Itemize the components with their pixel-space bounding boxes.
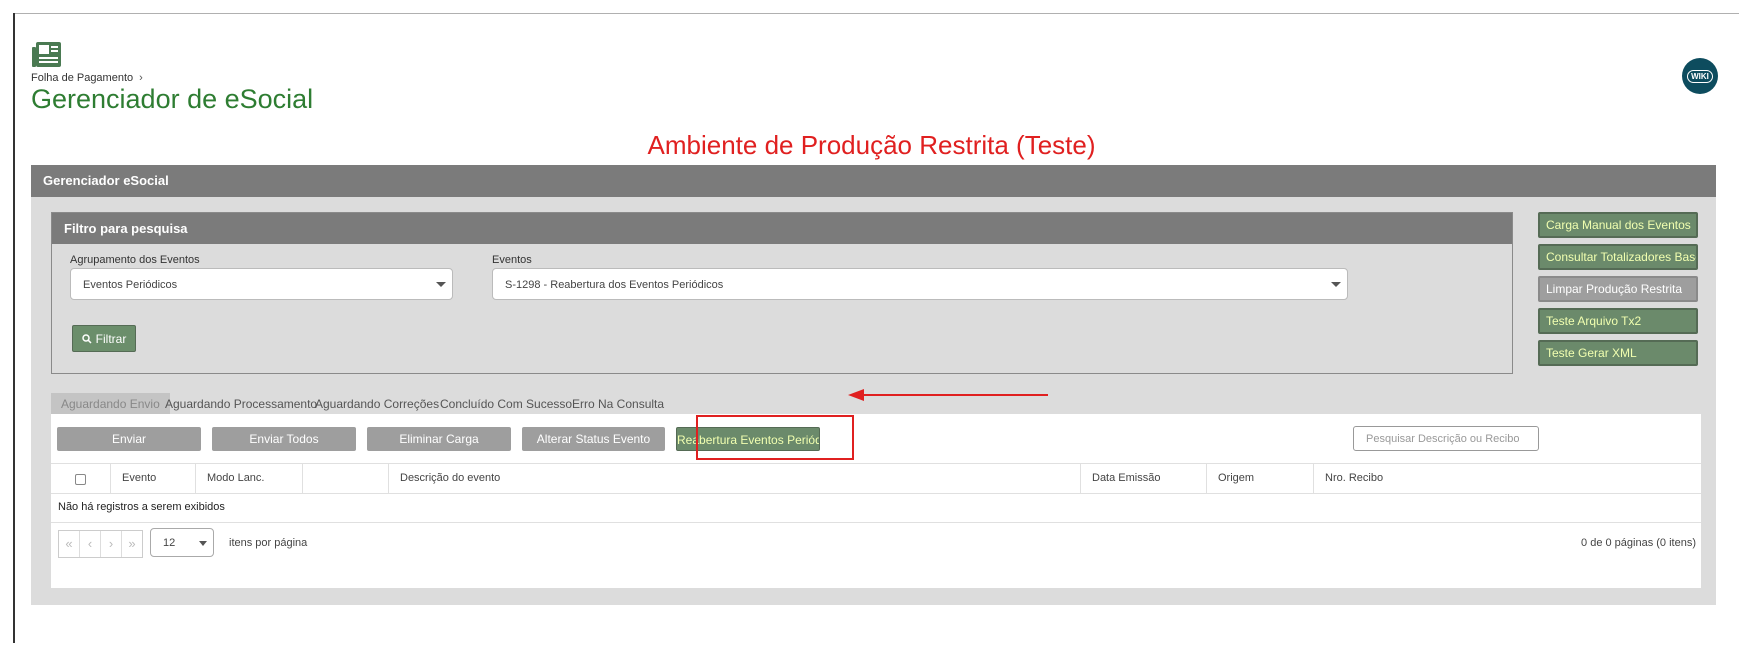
highlight-box	[696, 415, 854, 460]
empty-message: Não há registros a serem exibidos	[58, 501, 225, 513]
col-blank	[302, 464, 388, 493]
panel-title: Gerenciador eSocial	[31, 165, 1716, 197]
clear-restricted-button[interactable]: Limpar Produção Restrita	[1538, 276, 1698, 302]
group-select[interactable]: Eventos Periódicos	[70, 268, 453, 300]
events-label: Eventos	[492, 254, 532, 266]
col-receipt[interactable]: Nro. Recibo	[1313, 464, 1527, 493]
tab-awaiting-corrections[interactable]: Aguardando Correções	[305, 393, 449, 415]
test-tx2-button[interactable]: Teste Arquivo Tx2	[1538, 308, 1698, 334]
tab-success[interactable]: Concluído Com Sucesso	[430, 393, 582, 415]
page-title: Gerenciador de eSocial	[31, 84, 314, 114]
group-label: Agrupamento dos Eventos	[70, 254, 200, 266]
search-icon	[81, 334, 92, 344]
wiki-label: WIKI	[1687, 69, 1713, 83]
test-xml-button[interactable]: Teste Gerar XML	[1538, 340, 1698, 366]
arrow-left-icon	[848, 389, 1048, 401]
group-select-value: Eventos Periódicos	[83, 279, 178, 291]
manual-load-button[interactable]: Carga Manual dos Eventos	[1538, 212, 1698, 238]
col-description[interactable]: Descrição do evento	[388, 464, 1080, 493]
items-per-page-label: itens por página	[229, 537, 308, 549]
col-origin[interactable]: Origem	[1206, 464, 1313, 493]
wiki-button[interactable]: WIKI	[1682, 58, 1718, 94]
chevron-down-icon	[436, 282, 446, 287]
filter-title: Filtro para pesquisa	[52, 213, 1512, 244]
events-select-value: S-1298 - Reabertura dos Eventos Periódic…	[505, 279, 724, 291]
change-status-button[interactable]: Alterar Status Evento	[522, 427, 665, 451]
esocial-panel: Gerenciador eSocial Filtro para pesquisa…	[31, 165, 1716, 605]
tab-awaiting-send[interactable]: Aguardando Envio	[51, 393, 170, 415]
breadcrumb-item[interactable]: Folha de Pagamento	[31, 72, 133, 84]
totalizers-button[interactable]: Consultar Totalizadores Base	[1538, 244, 1698, 270]
col-mode[interactable]: Modo Lanc.	[195, 464, 302, 493]
page-size-select[interactable]: 12	[150, 528, 214, 557]
top-divider	[14, 13, 1739, 14]
send-button[interactable]: Enviar	[57, 427, 201, 451]
pager-nav: « ‹ › »	[58, 530, 143, 558]
chevron-down-icon	[199, 541, 207, 546]
filter-button[interactable]: Filtrar	[72, 325, 136, 352]
breadcrumb-chevron-icon: ›	[139, 72, 143, 84]
select-all-checkbox[interactable]	[75, 474, 86, 485]
col-event[interactable]: Evento	[110, 464, 195, 493]
delete-load-button[interactable]: Eliminar Carga	[367, 427, 511, 451]
page-size-value: 12	[163, 537, 176, 549]
events-select[interactable]: S-1298 - Reabertura dos Eventos Periódic…	[492, 268, 1348, 300]
next-page-icon[interactable]: ›	[101, 531, 122, 557]
chevron-down-icon	[1331, 282, 1341, 287]
tab-query-error[interactable]: Erro Na Consulta	[562, 393, 674, 415]
last-page-icon[interactable]: »	[122, 531, 142, 557]
breadcrumb: Folha de Pagamento ›	[31, 72, 143, 84]
filter-panel: Filtro para pesquisa Agrupamento dos Eve…	[51, 212, 1513, 374]
events-grid: Enviar Enviar Todos Eliminar Carga Alter…	[51, 414, 1701, 588]
prev-page-icon[interactable]: ‹	[80, 531, 101, 557]
pager-info: 0 de 0 páginas (0 itens)	[1581, 537, 1696, 549]
pager: « ‹ › » 12 itens por página 0 de 0 págin…	[51, 522, 1701, 566]
first-page-icon[interactable]: «	[59, 531, 80, 557]
tab-awaiting-processing[interactable]: Aguardando Processamento	[155, 393, 327, 415]
filter-button-label: Filtrar	[95, 332, 127, 346]
send-all-button[interactable]: Enviar Todos	[212, 427, 356, 451]
search-input[interactable]: Pesquisar Descrição ou Recibo	[1353, 426, 1539, 451]
left-border	[13, 13, 15, 643]
col-issue-date[interactable]: Data Emissão	[1080, 464, 1206, 493]
side-buttons: Carga Manual dos Eventos Consultar Total…	[1538, 212, 1698, 372]
select-all-cell	[51, 464, 110, 493]
newspaper-icon	[32, 42, 61, 67]
table-header: Evento Modo Lanc. Descrição do evento Da…	[51, 463, 1701, 494]
environment-banner: Ambiente de Produção Restrita (Teste)	[647, 130, 1096, 160]
